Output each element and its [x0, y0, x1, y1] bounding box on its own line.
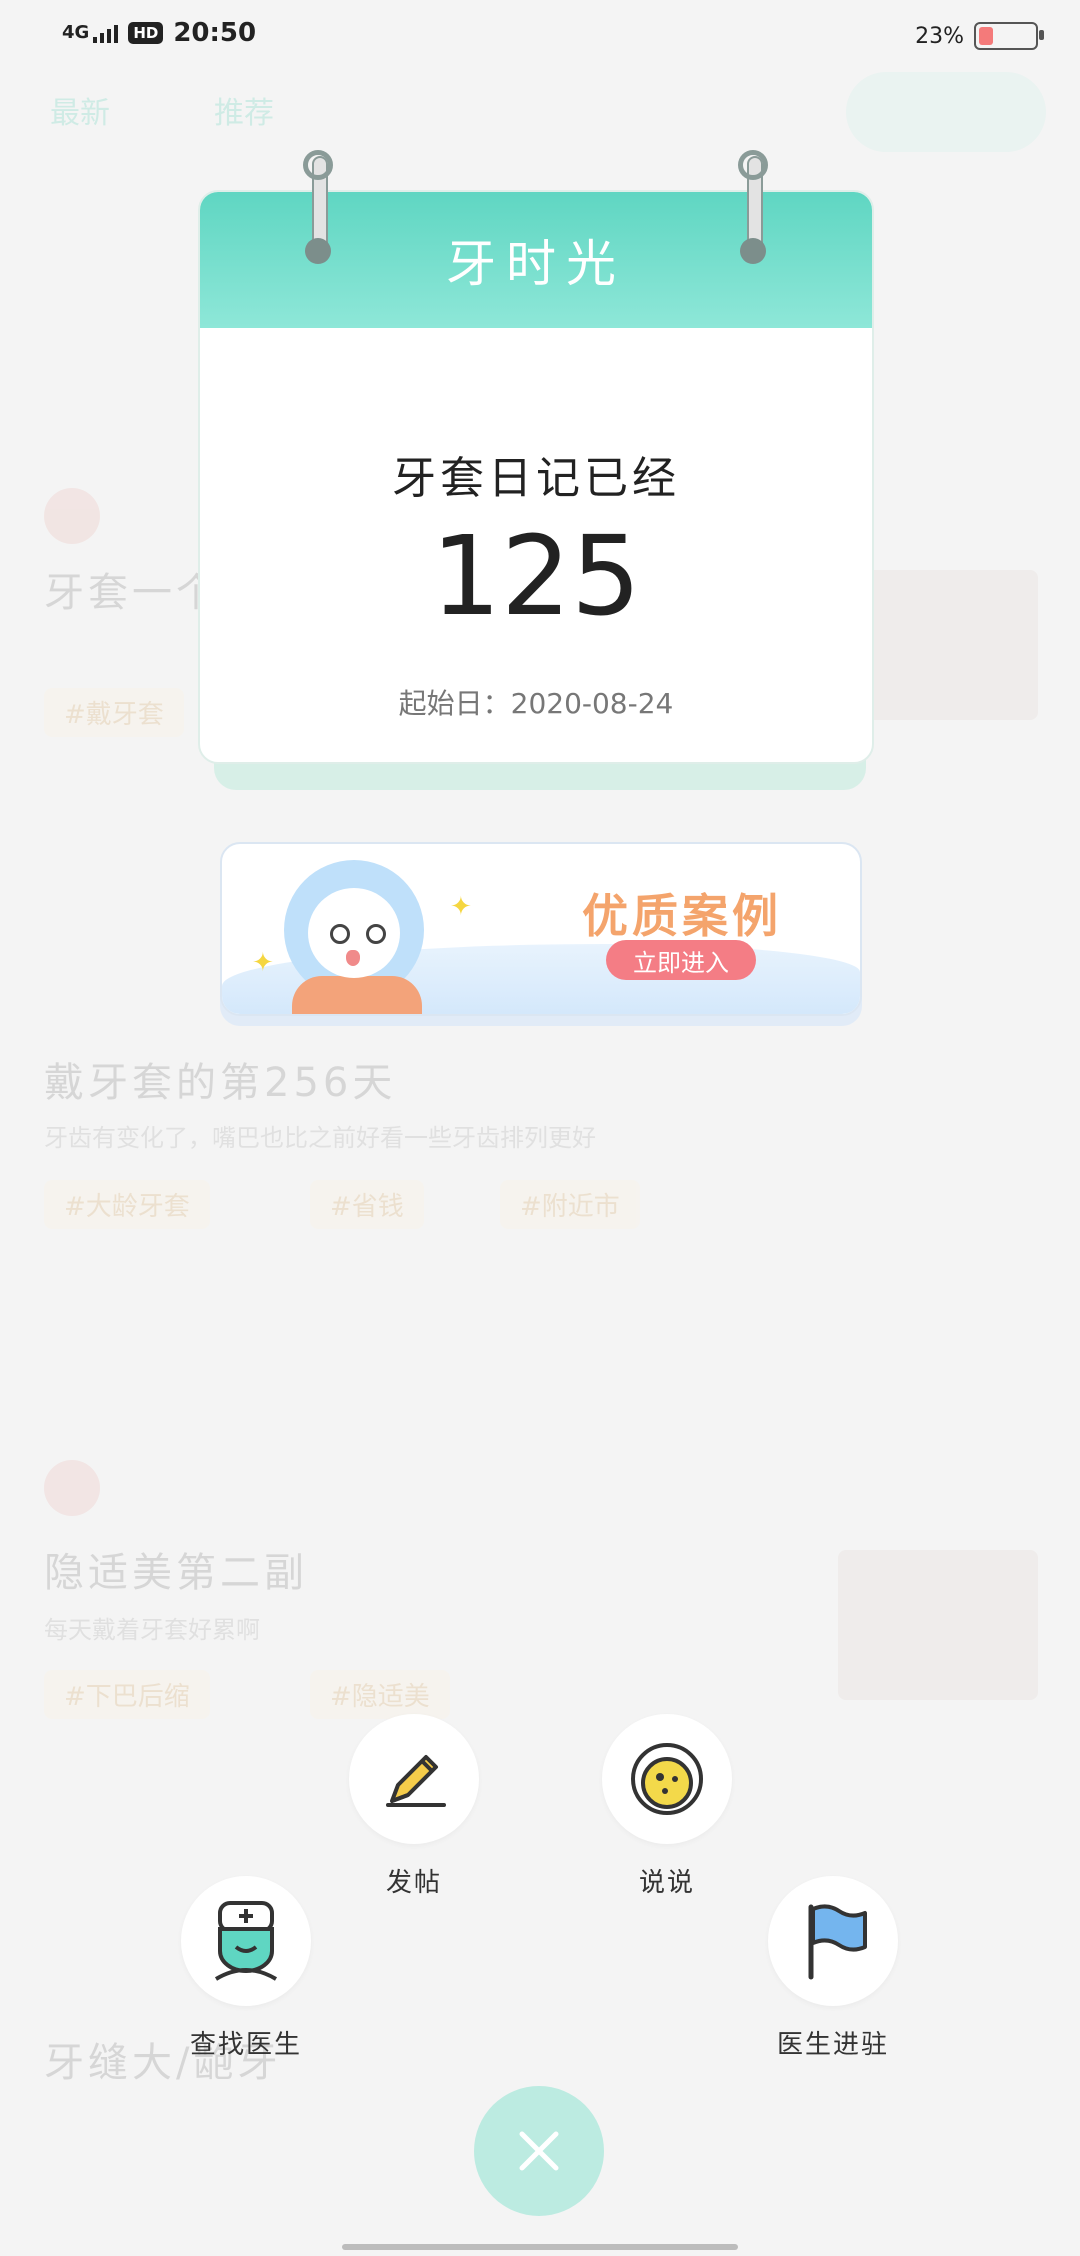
tab-recommend: 推荐 [214, 96, 274, 131]
diary-label: 牙套日记已经 [392, 453, 680, 504]
network-indicator: 4G [62, 22, 90, 43]
tab-latest: 最新 [50, 96, 110, 131]
banner-title: 优质案例 [582, 889, 782, 943]
talk-action[interactable]: 说说 [602, 1714, 732, 1899]
post-title: 隐适美第二副 [44, 1550, 308, 1596]
flag-icon [808, 1904, 867, 1980]
mascot-mouth [346, 950, 360, 966]
sparkle-icon: ✦ [252, 948, 274, 978]
post-subtitle: 牙齿有变化了，嘴巴也比之前好看一些牙齿排列更好 [44, 1124, 596, 1152]
doctor-join-button[interactable] [768, 1876, 898, 2006]
tooth-time-calendar-card: 牙时光 牙套日记已经 125 起始日：2020-08-24 [198, 150, 874, 790]
start-date: 起始日：2020-08-24 [398, 687, 674, 720]
post-tag: #隐适美 [310, 1670, 450, 1719]
post-tag: #大龄牙套 [44, 1180, 210, 1229]
hd-badge: HD [128, 22, 164, 44]
calendar-ring-icon [738, 150, 768, 268]
post-tag: #省钱 [310, 1180, 424, 1229]
post-tag: #戴牙套 [44, 688, 184, 737]
calendar-title: 牙时光 [446, 235, 626, 293]
post-tag: #下巴后缩 [44, 1670, 210, 1719]
doctor-join-action[interactable]: 医生进驻 [768, 1876, 898, 2061]
calendar-header: 牙时光 [200, 192, 872, 328]
talk-label: 说说 [638, 1868, 695, 1898]
mascot-eye [366, 924, 386, 944]
post-title: 戴牙套的第256天 [44, 1060, 397, 1106]
avatar [44, 1460, 100, 1516]
find-doctor-action[interactable]: 查找医生 [181, 1876, 311, 2061]
background-pill [846, 72, 1046, 152]
post-label: 发帖 [385, 1868, 442, 1898]
find-doctor-label: 查找医生 [189, 2030, 302, 2060]
close-icon [519, 2131, 559, 2171]
status-bar: 4G HD 20:50 23% [0, 0, 1080, 74]
talk-button[interactable] [602, 1714, 732, 1844]
mascot-body [292, 976, 422, 1014]
nurse-icon [214, 1901, 278, 1981]
battery-icon [974, 22, 1044, 50]
post-thumbnail [838, 1550, 1038, 1700]
home-indicator[interactable] [342, 2244, 738, 2250]
battery-percent: 23% [915, 23, 964, 49]
close-button[interactable] [474, 2086, 604, 2216]
post-subtitle: 每天戴着牙套好累啊 [44, 1616, 260, 1644]
enter-now-button[interactable]: 立即进入 [606, 940, 756, 980]
post-button[interactable] [349, 1714, 479, 1844]
days-count: 125 [431, 512, 641, 640]
doctor-join-label: 医生进驻 [776, 2030, 889, 2060]
sparkle-icon: ✦ [450, 892, 472, 922]
status-time: 20:50 [173, 18, 257, 48]
speech-face-icon [631, 1743, 703, 1815]
post-action[interactable]: 发帖 [349, 1714, 479, 1899]
calendar-body: 牙时光 牙套日记已经 125 起始日：2020-08-24 [198, 190, 874, 764]
post-tag: #附近市 [500, 1180, 640, 1229]
quality-cases-banner[interactable]: ✦ ✦ 优质案例 立即进入 [220, 842, 862, 1016]
signal-icon [93, 23, 119, 43]
find-doctor-button[interactable] [181, 1876, 311, 2006]
pencil-icon [386, 1755, 446, 1807]
calendar-ring-icon [303, 150, 333, 268]
avatar [44, 488, 100, 544]
mascot-eye [330, 924, 350, 944]
